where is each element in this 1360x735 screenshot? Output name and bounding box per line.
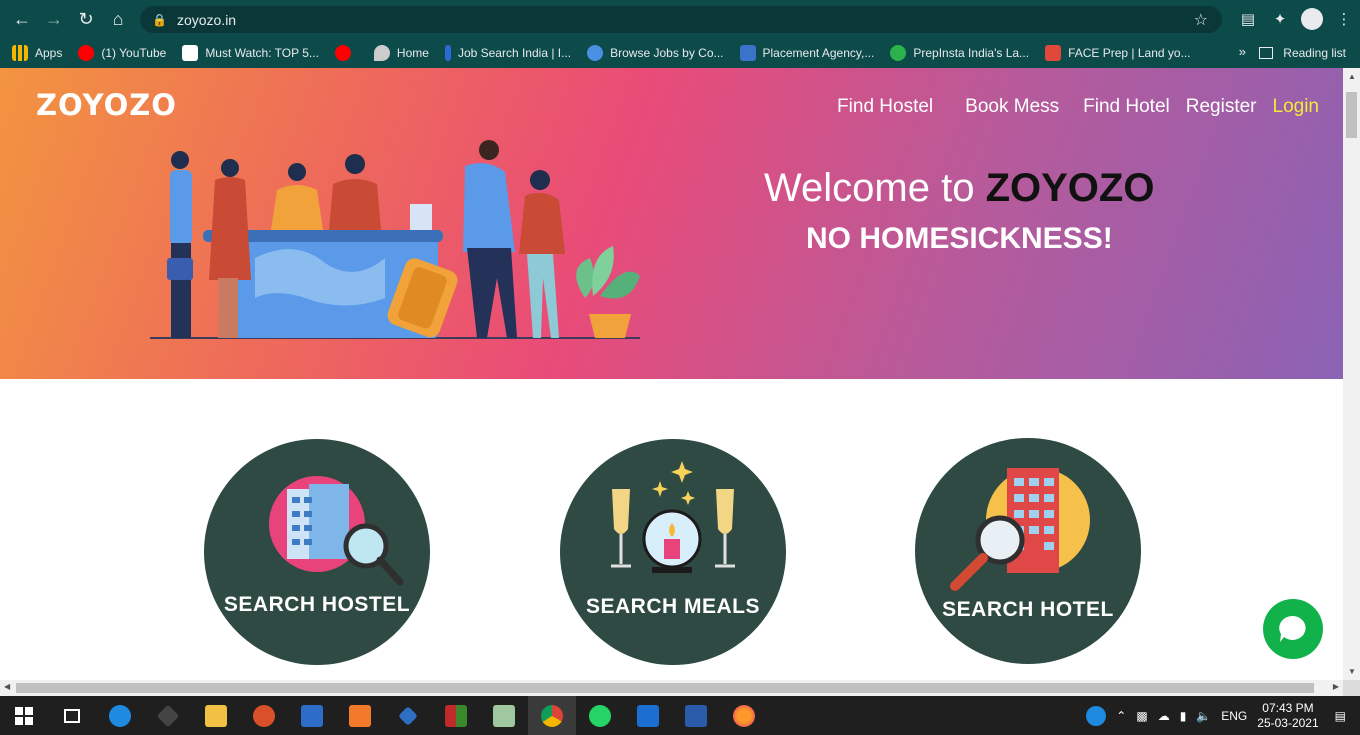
hostel-building-icon <box>269 476 404 586</box>
reception-illustration <box>150 140 640 339</box>
home-icon[interactable]: ⌂ <box>102 3 134 35</box>
internet-explorer-icon[interactable] <box>96 696 144 735</box>
reading-list[interactable]: Reading list <box>1259 38 1346 68</box>
word-icon[interactable] <box>672 696 720 735</box>
location-icon <box>373 45 390 61</box>
battery-icon[interactable]: ▮ <box>1180 709 1187 723</box>
search-hotel-card[interactable]: SEARCH HOTEL <box>915 438 1141 664</box>
bookmark-placement[interactable]: Placement Agency,... <box>739 45 874 61</box>
forward-icon[interactable]: → <box>38 3 70 35</box>
network-icon[interactable]: ▩ <box>1136 709 1147 723</box>
scrollbar-corner <box>1343 680 1360 696</box>
search-meals-card[interactable]: SEARCH MEALS <box>560 439 786 665</box>
hotel-building-icon <box>950 468 1090 591</box>
store-icon[interactable] <box>624 696 672 735</box>
browser-toolbar: ← → ↻ ⌂ 🔒 zoyozo.in ☆ ▤ ✦ ⋮ <box>0 0 1360 38</box>
menu-icon[interactable]: ⋮ <box>1328 3 1360 35</box>
brand-name: ZOYOZO <box>985 166 1155 210</box>
chrome-icon[interactable] <box>528 696 576 735</box>
notifications-icon[interactable]: ▤ <box>1335 709 1346 723</box>
app-arrow-icon[interactable] <box>144 696 192 735</box>
bookmark-must-watch[interactable]: Must Watch: TOP 5... <box>182 45 319 61</box>
nav-book-mess[interactable]: Book Mess <box>965 96 1059 118</box>
file-explorer-icon[interactable] <box>192 696 240 735</box>
cast-icon[interactable]: ▤ <box>1232 3 1264 35</box>
clock-date: 25-03-2021 <box>1257 715 1319 730</box>
apps-grid-icon <box>12 45 28 61</box>
bookmarks-bar: Apps (1) YouTube Must Watch: TOP 5... Ho… <box>0 38 1360 68</box>
welcome-heading: Welcome to ZOYOZO <box>764 166 1155 210</box>
bookmark-youtube[interactable]: (1) YouTube <box>78 45 166 61</box>
clock-time: 07:43 PM <box>1262 700 1314 715</box>
meals-candle-icon <box>611 461 735 573</box>
help-icon[interactable] <box>1086 705 1107 726</box>
reload-icon[interactable]: ↻ <box>70 3 102 35</box>
task-view-icon[interactable] <box>48 696 96 735</box>
bookmarks-overflow-icon[interactable]: » <box>1239 44 1246 59</box>
firefox-icon[interactable] <box>720 696 768 735</box>
app-blue-icon[interactable] <box>288 696 336 735</box>
scroll-down-icon[interactable]: ▼ <box>1348 667 1356 676</box>
bookmark-job-search[interactable]: Job Search India | I... <box>444 45 571 61</box>
clapper-icon <box>182 45 199 61</box>
winrar-icon[interactable] <box>432 696 480 735</box>
bookmark-home[interactable]: Home <box>373 45 429 61</box>
scroll-right-icon[interactable]: ▶ <box>1333 682 1339 691</box>
vertical-scrollbar[interactable]: ▲ ▼ <box>1343 68 1360 680</box>
language-indicator[interactable]: ENG <box>1221 709 1247 723</box>
back-icon[interactable]: ← <box>6 3 38 35</box>
scroll-up-icon[interactable]: ▲ <box>1348 72 1356 81</box>
bookmark-face-prep[interactable]: FACE Prep | Land yo... <box>1045 45 1191 61</box>
prepinsta-icon <box>890 45 907 61</box>
bookmark-apps[interactable]: Apps <box>12 45 62 61</box>
system-tray: ⌃ ▩ ☁ ▮ 🔈 ENG 07:43 PM 25-03-2021 ▤ <box>1086 696 1360 735</box>
url-text: zoyozo.in <box>176 11 237 28</box>
search-hostel-label: SEARCH HOSTEL <box>223 593 411 616</box>
psiphon-icon[interactable] <box>240 696 288 735</box>
tagline: NO HOMESICKNESS! <box>806 222 1113 255</box>
placement-icon <box>739 45 756 61</box>
horizontal-scroll-thumb[interactable] <box>16 683 1314 693</box>
youtube-icon <box>78 45 95 61</box>
lock-icon: 🔒 <box>152 12 167 27</box>
volume-icon[interactable]: 🔈 <box>1196 709 1211 723</box>
nav-find-hostel[interactable]: Find Hostel <box>837 96 933 118</box>
system-clock[interactable]: 07:43 PM 25-03-2021 <box>1257 701 1318 731</box>
browse-jobs-icon <box>587 45 604 61</box>
chat-widget-button[interactable] <box>1263 599 1323 659</box>
bookmark-star-icon[interactable]: ☆ <box>1194 10 1208 30</box>
bookmark-prepinsta[interactable]: PrepInsta India's La... <box>890 45 1029 61</box>
nav-login[interactable]: Login <box>1273 96 1320 118</box>
extensions-icon[interactable]: ✦ <box>1264 3 1296 35</box>
hero-banner: ZOYOZO Find Hostel Book Mess Find Hotel … <box>0 68 1343 379</box>
nav-find-hotel[interactable]: Find Hotel <box>1083 96 1170 118</box>
start-windows-icon[interactable] <box>0 696 48 735</box>
site-logo[interactable]: ZOYOZO <box>36 88 177 122</box>
netbeans-icon[interactable] <box>384 696 432 735</box>
reading-list-icon <box>1259 47 1274 59</box>
whatsapp-icon[interactable] <box>576 696 624 735</box>
notepad-icon[interactable] <box>480 696 528 735</box>
page-viewport: ZOYOZO Find Hostel Book Mess Find Hotel … <box>0 68 1343 680</box>
profile-avatar[interactable] <box>1296 3 1328 35</box>
onedrive-icon[interactable]: ☁ <box>1158 709 1170 723</box>
search-meals-label: SEARCH MEALS <box>585 595 760 618</box>
horizontal-scrollbar[interactable]: ◀ ▶ <box>0 680 1343 696</box>
youtube-icon <box>334 45 351 61</box>
address-bar[interactable]: 🔒 zoyozo.in ☆ <box>140 6 1222 33</box>
site-nav: Find Hostel Book Mess Find Hotel Registe… <box>813 96 1319 118</box>
face-prep-icon <box>1045 45 1062 61</box>
bookmark-youtube-2[interactable] <box>334 45 358 61</box>
bookmark-browse-jobs[interactable]: Browse Jobs by Co... <box>587 45 724 61</box>
search-hotel-label: SEARCH HOTEL <box>942 598 1114 621</box>
scroll-left-icon[interactable]: ◀ <box>4 682 10 691</box>
vertical-scroll-thumb[interactable] <box>1346 92 1357 138</box>
search-hostel-card[interactable]: SEARCH HOSTEL <box>204 439 430 665</box>
windows-taskbar: ⌃ ▩ ☁ ▮ 🔈 ENG 07:43 PM 25-03-2021 ▤ <box>0 696 1360 735</box>
chat-bubble-icon <box>1279 615 1306 642</box>
job-search-icon <box>444 45 451 61</box>
xampp-icon[interactable] <box>336 696 384 735</box>
tray-expand-icon[interactable]: ⌃ <box>1116 709 1126 723</box>
nav-register[interactable]: Register <box>1186 96 1257 118</box>
